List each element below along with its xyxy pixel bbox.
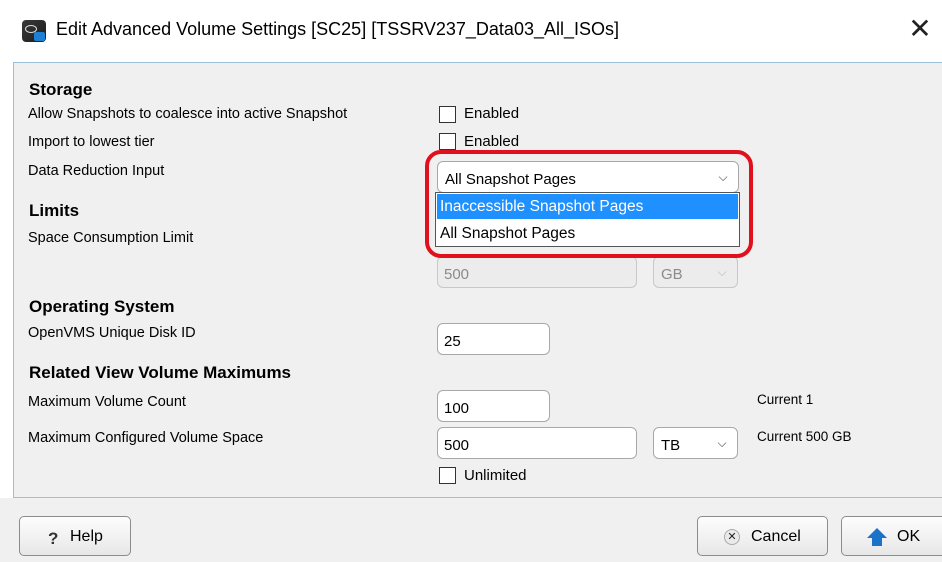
- import-lowest-label: Import to lowest tier: [28, 134, 155, 150]
- cancel-button[interactable]: ✕ Cancel: [697, 516, 828, 556]
- x-circle-icon: ✕: [724, 529, 740, 545]
- max-count-input[interactable]: 100: [437, 390, 550, 422]
- space-consumption-label: Space Consumption Limit: [28, 230, 194, 246]
- max-space-current: Current 500 GB: [757, 429, 852, 444]
- highlight-callout: [425, 150, 753, 258]
- chevron-down-icon: ⌵: [717, 265, 727, 279]
- allow-snapshots-label: Allow Snapshots to coalesce into active …: [28, 106, 348, 122]
- chevron-down-icon: ⌵: [717, 436, 727, 450]
- space-unit-value: GB: [661, 266, 683, 283]
- close-icon[interactable]: ✕: [906, 12, 934, 46]
- max-count-current: Current 1: [757, 392, 814, 407]
- max-space-input[interactable]: 500: [437, 427, 637, 459]
- openvms-input[interactable]: 25: [437, 323, 550, 355]
- max-space-unit-select[interactable]: TB ⌵: [653, 427, 738, 459]
- max-space-label: Maximum Configured Volume Space: [28, 430, 264, 446]
- question-icon: ?: [48, 529, 59, 548]
- title-bar: Edit Advanced Volume Settings [SC25] [TS…: [0, 0, 942, 62]
- unlimited-label: Unlimited: [464, 467, 527, 484]
- allow-snapshots-enabled-label: Enabled: [464, 105, 520, 122]
- related-view-heading: Related View Volume Maximums: [29, 363, 292, 382]
- help-button[interactable]: ? Help: [19, 516, 131, 556]
- limits-heading: Limits: [29, 201, 80, 220]
- help-button-label: Help: [70, 528, 103, 545]
- dell-storage-app-icon: [22, 20, 46, 42]
- space-limit-input[interactable]: 500: [437, 256, 637, 288]
- import-lowest-enabled-label: Enabled: [464, 133, 520, 150]
- storage-heading: Storage: [29, 80, 93, 99]
- allow-snapshots-checkbox[interactable]: [439, 106, 456, 123]
- ok-button[interactable]: OK: [841, 516, 942, 556]
- import-lowest-checkbox[interactable]: [439, 133, 456, 150]
- ok-button-label: OK: [897, 528, 921, 545]
- unlimited-checkbox[interactable]: [439, 467, 456, 484]
- max-space-unit-value: TB: [661, 437, 681, 454]
- max-count-label: Maximum Volume Count: [28, 394, 186, 410]
- space-unit-select[interactable]: GB ⌵: [653, 256, 738, 288]
- cancel-button-label: Cancel: [751, 528, 801, 545]
- window-title: Edit Advanced Volume Settings [SC25] [TS…: [56, 19, 620, 39]
- openvms-label: OpenVMS Unique Disk ID: [28, 325, 196, 341]
- data-reduction-label: Data Reduction Input: [28, 163, 165, 179]
- operating-system-heading: Operating System: [29, 297, 175, 316]
